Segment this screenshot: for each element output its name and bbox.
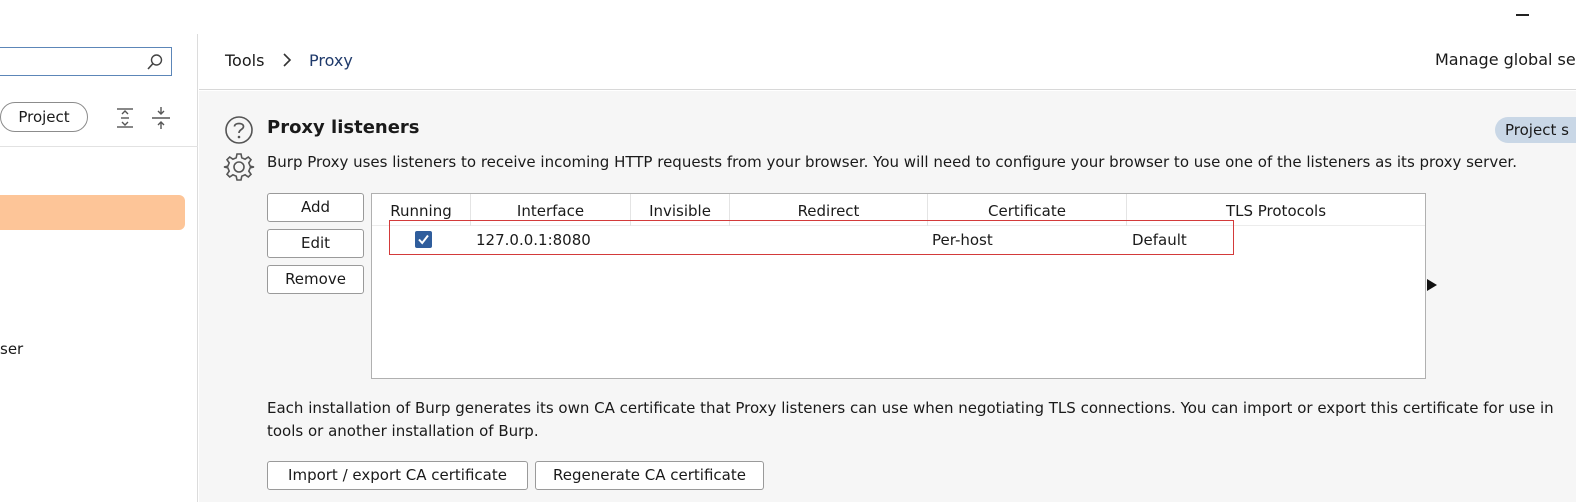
help-icon[interactable] [224, 115, 254, 145]
column-header-running[interactable]: Running [372, 194, 471, 226]
table-header: Running Interface Invisible Redirect Cer… [372, 194, 1425, 226]
gear-icon[interactable] [223, 151, 255, 183]
project-settings-badge: Project s [1495, 117, 1576, 143]
column-header-invisible[interactable]: Invisible [631, 194, 730, 226]
settings-sidebar: Project ser [0, 34, 198, 502]
checkmark-icon [418, 234, 429, 245]
scope-filter-project[interactable]: Project [0, 102, 88, 132]
breadcrumb-tools[interactable]: Tools [225, 51, 264, 70]
column-header-redirect[interactable]: Redirect [730, 194, 928, 226]
column-header-tls-protocols[interactable]: TLS Protocols [1127, 194, 1425, 226]
column-header-interface[interactable]: Interface [471, 194, 631, 226]
chevron-right-icon [283, 53, 292, 67]
remove-listener-button[interactable]: Remove [267, 265, 364, 294]
cell-interface: 127.0.0.1:8080 [476, 231, 591, 249]
proxy-settings-content: Proxy listeners Project s Burp Proxy use… [199, 91, 1576, 502]
section-title: Proxy listeners [267, 117, 420, 138]
sidebar-item-partial[interactable]: ser [0, 340, 23, 358]
minimize-icon[interactable] [1516, 14, 1529, 16]
manage-global-settings-link[interactable]: Manage global se [1435, 50, 1576, 69]
section-description: Burp Proxy uses listeners to receive inc… [267, 153, 1517, 171]
column-header-certificate[interactable]: Certificate [928, 194, 1127, 226]
running-checkbox[interactable] [415, 231, 432, 248]
ca-certificate-description: Each installation of Burp generates its … [267, 399, 1554, 440]
sidebar-divider [0, 146, 198, 147]
add-listener-button[interactable]: Add [267, 193, 364, 222]
settings-header: Tools Proxy Manage global se [199, 34, 1576, 90]
title-bar [0, 0, 1576, 34]
expand-all-icon[interactable] [115, 106, 135, 130]
edit-listener-button[interactable]: Edit [267, 229, 364, 258]
breadcrumb-proxy[interactable]: Proxy [309, 51, 353, 70]
sidebar-item-selected[interactable] [0, 195, 185, 230]
triangle-right-icon[interactable] [1427, 279, 1437, 291]
collapse-all-icon[interactable] [150, 106, 172, 130]
cell-tls-protocols: Default [1132, 231, 1187, 249]
proxy-listeners-table: Running Interface Invisible Redirect Cer… [371, 193, 1426, 379]
regenerate-ca-button[interactable]: Regenerate CA certificate [535, 461, 764, 490]
cell-certificate: Per-host [932, 231, 993, 249]
settings-search-field[interactable] [0, 47, 172, 76]
search-icon[interactable] [146, 53, 164, 71]
table-row[interactable]: 127.0.0.1:8080 Per-host Default [372, 227, 1425, 255]
settings-search-input[interactable] [3, 52, 133, 72]
import-export-ca-button[interactable]: Import / export CA certificate [267, 461, 528, 490]
burp-window: Project ser Tools Proxy Manage global se [0, 0, 1576, 502]
